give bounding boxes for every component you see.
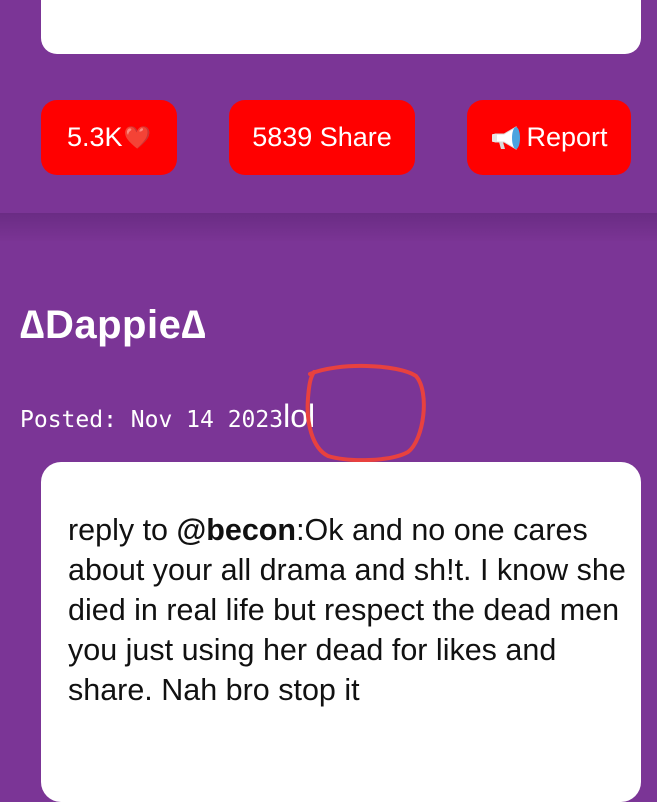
comment-card: reply to @becon:Ok and no one cares abou…	[41, 462, 641, 802]
share-button[interactable]: 5839 Share	[229, 100, 415, 175]
heart-icon: ❤️	[123, 124, 151, 150]
previous-comment-card	[41, 0, 641, 54]
post-date: Posted: Nov 14 2023lol	[20, 398, 315, 435]
post-username: ∆Dappie∆	[20, 303, 207, 347]
red-circle-annotation	[305, 363, 426, 463]
comment-body: reply to @becon:Ok and no one cares abou…	[68, 510, 628, 710]
reply-prefix: reply to	[68, 513, 177, 547]
report-label: Report	[526, 122, 608, 152]
like-count: 5.3K	[67, 122, 123, 152]
like-button[interactable]: 5.3K ❤️	[41, 100, 177, 175]
report-button[interactable]: Report	[467, 100, 631, 175]
megaphone-icon	[492, 125, 521, 150]
posted-date-text: Posted: Nov 14 2023	[20, 407, 284, 433]
post-separator	[0, 213, 657, 241]
share-label: 5839 Share	[252, 122, 392, 152]
action-bar: 5.3K ❤️ 5839 Share Report	[0, 100, 657, 175]
posted-suffix: lol	[283, 398, 316, 434]
mention-link[interactable]: @becon	[177, 513, 297, 547]
